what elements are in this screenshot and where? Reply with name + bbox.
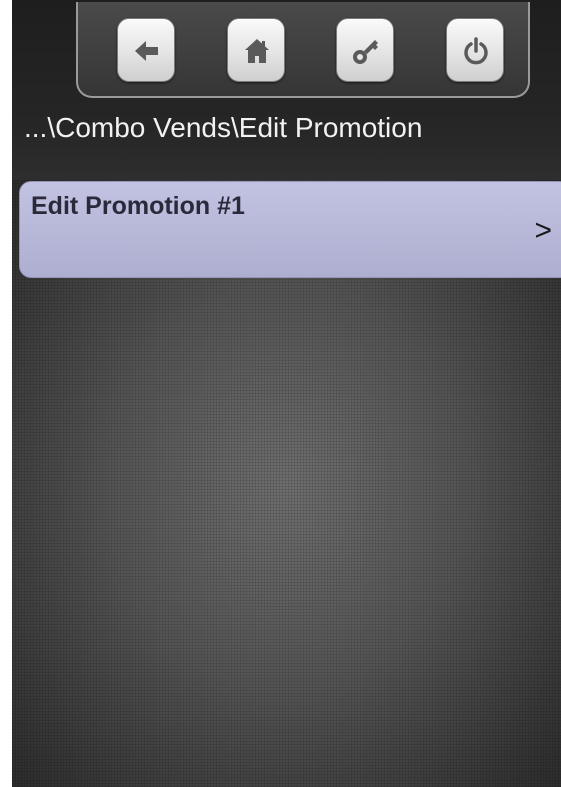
device-frame: ...\Combo Vends\Edit Promotion Edit Prom… bbox=[0, 0, 561, 787]
arrow-left-icon bbox=[135, 41, 158, 61]
screen: ...\Combo Vends\Edit Promotion Edit Prom… bbox=[12, 0, 561, 787]
menu-item-edit-promotion-1[interactable]: Edit Promotion #1 > bbox=[19, 181, 561, 278]
key-icon bbox=[353, 40, 378, 64]
breadcrumb: ...\Combo Vends\Edit Promotion bbox=[24, 112, 423, 143]
chevron-right-icon: > bbox=[534, 214, 552, 247]
home-icon bbox=[245, 39, 269, 63]
header: ...\Combo Vends\Edit Promotion bbox=[12, 0, 561, 180]
power-button[interactable] bbox=[446, 18, 504, 82]
menu-item-label: Edit Promotion #1 bbox=[31, 192, 245, 220]
key-button[interactable] bbox=[336, 18, 394, 82]
back-button[interactable] bbox=[117, 18, 175, 82]
toolbar bbox=[76, 2, 530, 98]
home-button[interactable] bbox=[227, 18, 285, 82]
power-icon bbox=[464, 37, 488, 65]
